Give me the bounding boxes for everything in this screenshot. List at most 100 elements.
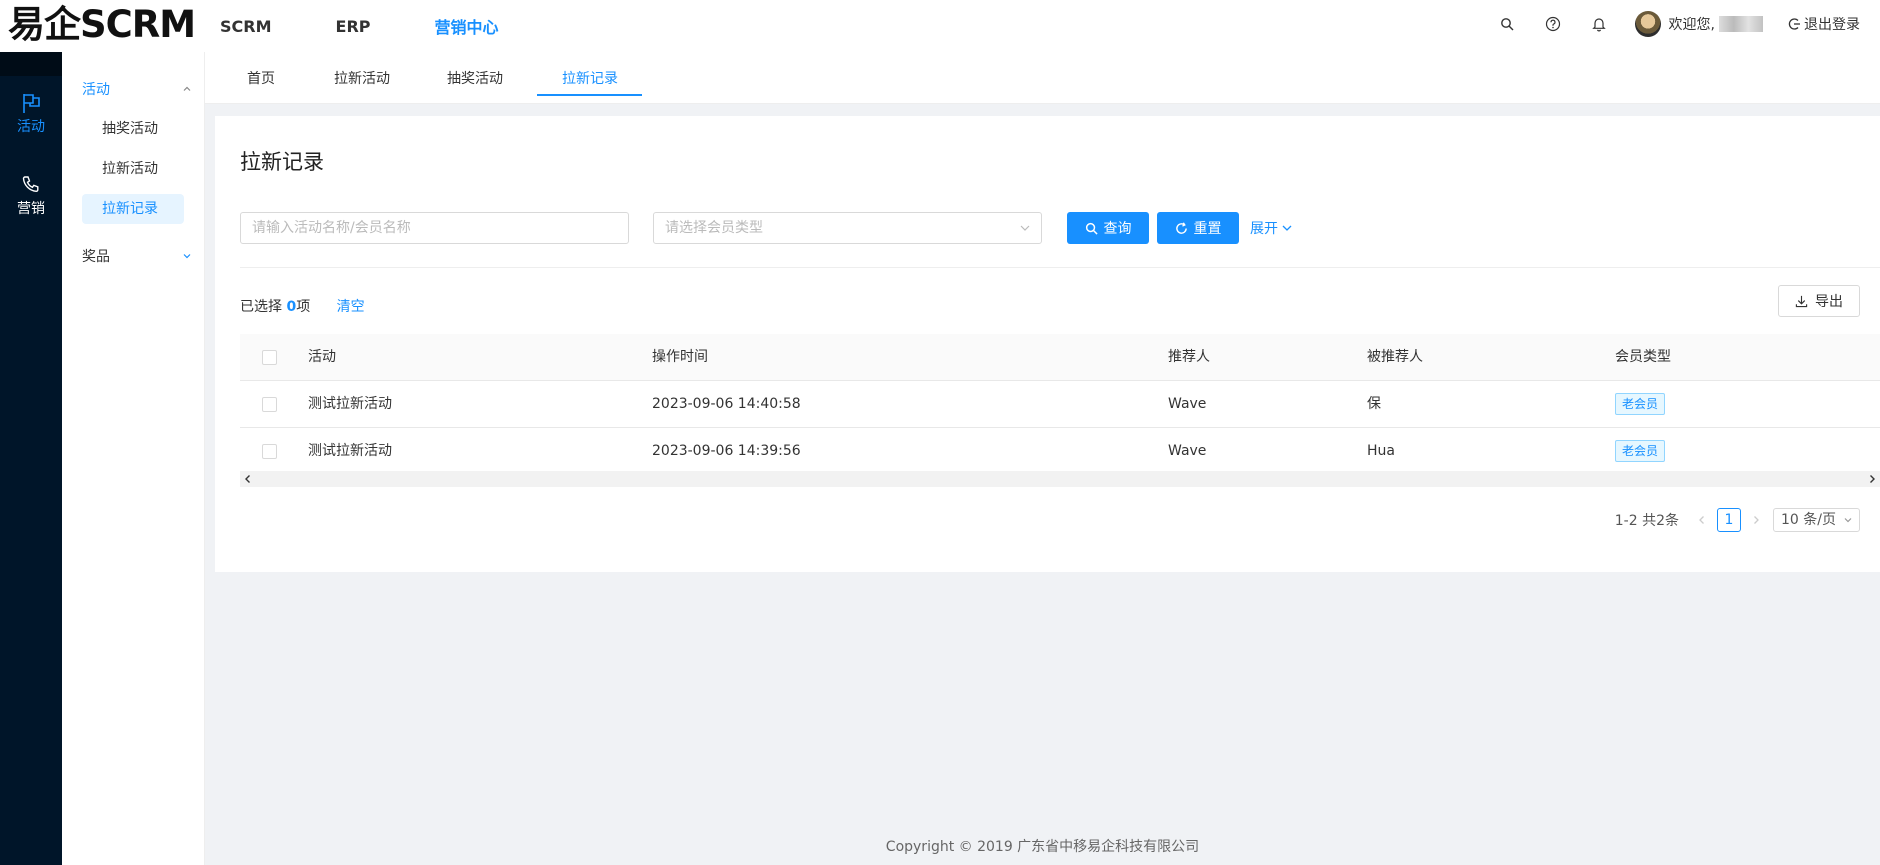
page-size-select[interactable]: 10 条/页: [1773, 508, 1860, 532]
welcome-text: 欢迎您,: [1668, 17, 1715, 33]
content-area: 首页 拉新活动 抽奖活动 拉新记录 拉新记录 请输入活动名称/会员名称 请选择会…: [205, 52, 1880, 865]
expand-label: 展开: [1250, 221, 1278, 237]
status-badge: 老会员: [1615, 393, 1666, 415]
brand-logo: 易企SCRM: [8, 3, 196, 46]
cell-referee: Hua: [1367, 443, 1395, 459]
main-sidebar: 活动 营销: [0, 52, 62, 865]
sidebar-item-activity[interactable]: 活动: [0, 92, 62, 136]
topnav-scrm[interactable]: SCRM: [220, 17, 272, 36]
active-tab-indicator: [537, 94, 642, 96]
sidebar-item-marketing[interactable]: 营销: [0, 174, 62, 218]
flag-icon: [23, 94, 40, 113]
selection-suffix: 项: [296, 299, 311, 315]
horizontal-scrollbar[interactable]: [240, 471, 1880, 487]
bell-icon[interactable]: [1589, 14, 1609, 34]
page-title: 拉新记录: [240, 150, 324, 174]
selection-count: 0: [286, 299, 297, 315]
page-size-value: 10 条/页: [1781, 512, 1836, 528]
username-blurred: [1719, 16, 1763, 32]
top-bar: 易企SCRM SCRM ERP 营销中心 欢迎您, 退出登录: [0, 0, 1880, 52]
tab-home[interactable]: 首页: [247, 68, 275, 88]
top-right-tools: 欢迎您, 退出登录: [1497, 0, 1880, 48]
column-header-member-type: 会员类型: [1615, 349, 1671, 365]
chevron-down-icon: [1020, 225, 1030, 231]
cell-member-type: 老会员: [1615, 381, 1666, 428]
submenu-item-referral-records[interactable]: 拉新记录: [82, 194, 184, 224]
avatar[interactable]: [1634, 11, 1661, 37]
chevron-down-icon: [183, 254, 191, 259]
table-header: 活动 操作时间 推荐人 被推荐人 会员类型: [240, 334, 1880, 381]
footer-copyright: Copyright © 2019 广东省中移易企科技有限公司: [885, 839, 1200, 855]
select-all-checkbox[interactable]: [262, 350, 277, 365]
cell-time: 2023-09-06 14:40:58: [652, 396, 801, 412]
logout-label: 退出登录: [1804, 17, 1860, 33]
top-nav: SCRM ERP 营销中心: [220, 0, 563, 52]
cell-time: 2023-09-06 14:39:56: [652, 443, 801, 459]
main-card: 拉新记录 请输入活动名称/会员名称 请选择会员类型 查询 重置 展开 已选择 0…: [215, 116, 1880, 572]
sidebar-item-label: 营销: [17, 201, 45, 217]
column-header-referee: 被推荐人: [1367, 349, 1423, 365]
member-type-placeholder: 请选择会员类型: [665, 220, 763, 236]
topnav-marketing[interactable]: 营销中心: [435, 14, 499, 38]
scroll-left-icon[interactable]: [243, 474, 253, 484]
help-icon[interactable]: [1543, 14, 1563, 34]
prev-page-icon[interactable]: [1697, 515, 1707, 525]
cell-member-type: 老会员: [1615, 428, 1666, 475]
submenu-group-prizes[interactable]: 奖品: [82, 246, 192, 266]
search-button-label: 查询: [1103, 221, 1132, 237]
cell-referrer: Wave: [1168, 396, 1207, 412]
pagination: 1-2 共2条 1 10 条/页: [1615, 508, 1860, 532]
pagination-summary: 1-2 共2条: [1614, 513, 1679, 529]
row-checkbox[interactable]: [262, 397, 277, 412]
page-number-button[interactable]: 1: [1717, 508, 1741, 532]
topnav-erp[interactable]: ERP: [336, 17, 371, 36]
selection-prefix: 已选择: [240, 299, 287, 315]
submenu-group-label: 活动: [82, 82, 110, 98]
clear-selection-link[interactable]: 清空: [337, 299, 365, 315]
next-page-icon[interactable]: [1751, 515, 1761, 525]
search-icon[interactable]: [1497, 14, 1517, 34]
reload-icon: [1175, 221, 1187, 234]
submenu-item-lottery[interactable]: 抽奖活动: [82, 114, 184, 144]
column-header-referrer: 推荐人: [1168, 349, 1210, 365]
submenu-item-referral[interactable]: 拉新活动: [82, 154, 184, 184]
table-row: 测试拉新活动 2023-09-06 14:40:58 Wave 保 老会员: [240, 381, 1880, 428]
name-search-input[interactable]: 请输入活动名称/会员名称: [240, 212, 629, 244]
chevron-up-icon: [183, 86, 191, 91]
records-table: 活动 操作时间 推荐人 被推荐人 会员类型 测试拉新活动 2023-09-06 …: [240, 334, 1880, 475]
status-badge: 老会员: [1615, 440, 1666, 462]
tab-bar: 首页 拉新活动 抽奖活动 拉新记录: [205, 52, 1880, 104]
divider: [240, 267, 1880, 268]
member-type-select[interactable]: 请选择会员类型: [653, 212, 1042, 244]
logout-button[interactable]: 退出登录: [1787, 14, 1860, 34]
submenu-group-activity[interactable]: 活动: [82, 79, 192, 99]
sidebar-top-strip: [0, 52, 62, 76]
scroll-right-icon[interactable]: [1867, 474, 1877, 484]
cell-referee: 保: [1367, 396, 1381, 412]
tab-lottery[interactable]: 抽奖活动: [447, 68, 503, 88]
sub-sidebar: 活动 抽奖活动 拉新活动 拉新记录 奖品: [62, 52, 205, 865]
cell-activity: 测试拉新活动: [308, 443, 392, 459]
column-header-time: 操作时间: [652, 349, 708, 365]
export-label: 导出: [1815, 294, 1843, 310]
export-button[interactable]: 导出: [1778, 285, 1860, 317]
reset-button-label: 重置: [1193, 221, 1222, 237]
search-icon: [1085, 222, 1098, 235]
sidebar-item-label: 活动: [17, 119, 45, 135]
column-header-activity: 活动: [308, 349, 336, 365]
row-checkbox[interactable]: [262, 444, 277, 459]
selection-info: 已选择 0项 清空: [240, 296, 365, 316]
tab-referral[interactable]: 拉新活动: [334, 68, 390, 88]
chevron-down-icon: [1844, 518, 1852, 523]
chevron-down-icon: [1282, 225, 1292, 231]
cell-activity: 测试拉新活动: [308, 396, 392, 412]
tab-referral-records[interactable]: 拉新记录: [562, 68, 618, 88]
logout-icon: [1788, 18, 1800, 30]
cell-referrer: Wave: [1168, 443, 1207, 459]
phone-icon: [22, 176, 39, 193]
search-button[interactable]: 查询: [1067, 212, 1149, 244]
table-row: 测试拉新活动 2023-09-06 14:39:56 Wave Hua 老会员: [240, 428, 1880, 475]
reset-button[interactable]: 重置: [1157, 212, 1239, 244]
download-icon: [1795, 295, 1808, 307]
expand-toggle[interactable]: 展开: [1250, 212, 1293, 244]
